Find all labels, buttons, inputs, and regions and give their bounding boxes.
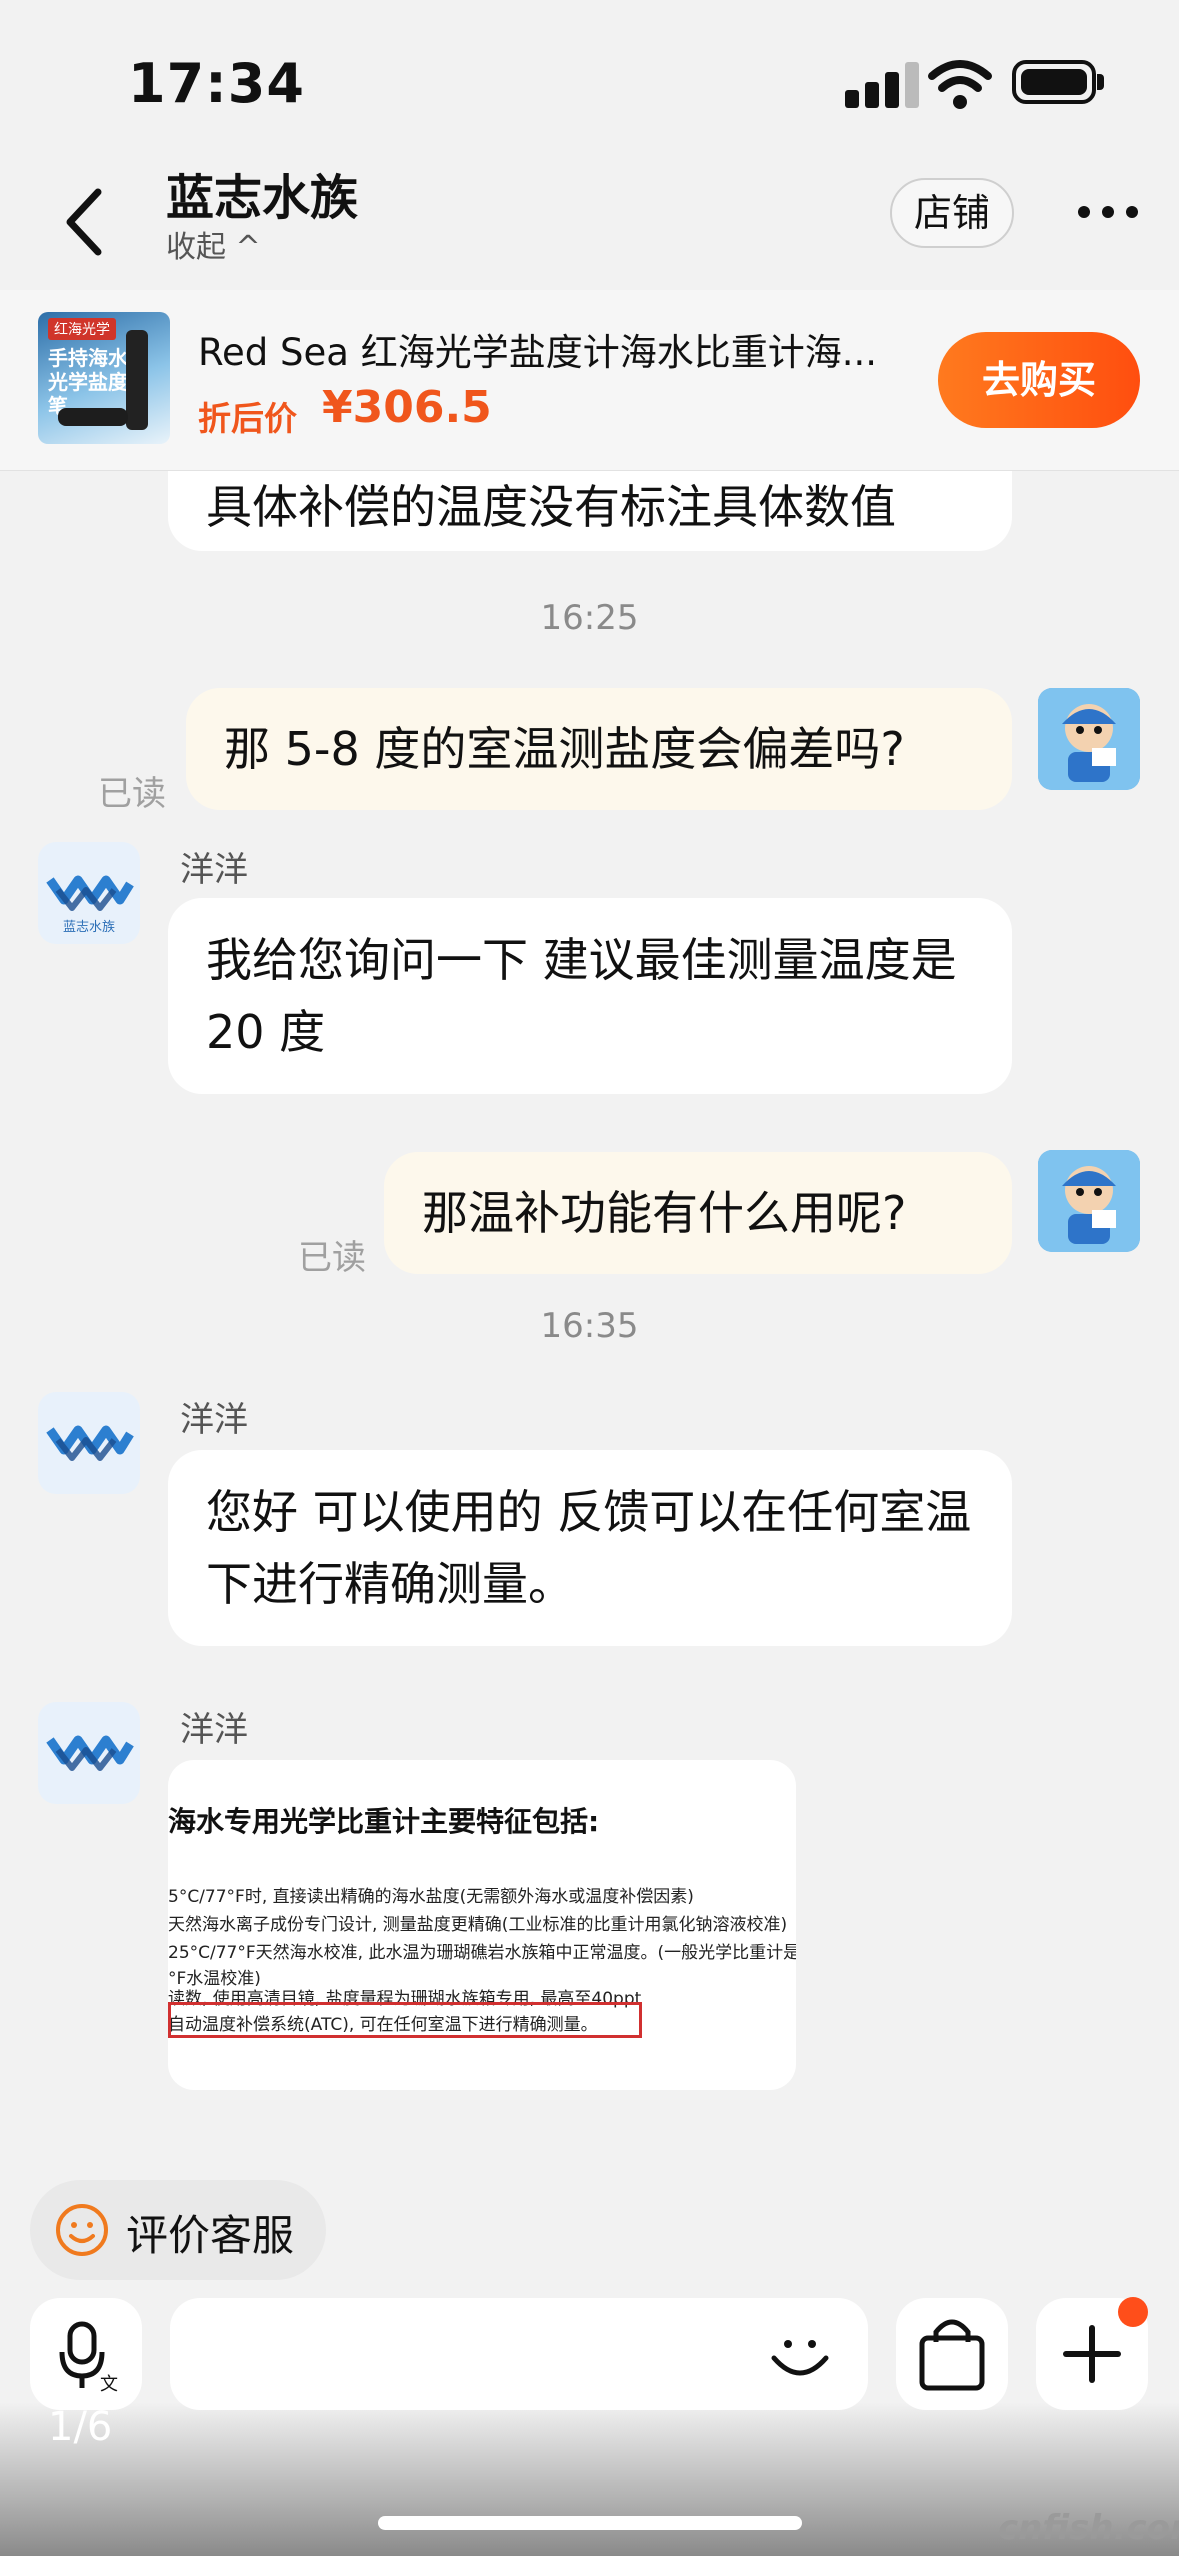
message-bubble-agent-partial[interactable]: 具体补偿的温度没有标注具体数值 — [168, 471, 1012, 551]
agent-name: 洋洋 — [180, 1400, 248, 1440]
my-avatar[interactable] — [1038, 1150, 1140, 1252]
orders-button[interactable] — [896, 2298, 1008, 2410]
highlight-box — [168, 2002, 642, 2038]
status-time: 17:34 — [128, 52, 305, 115]
refractometer-image — [126, 330, 148, 430]
thumbnail-tag: 红海光学 — [48, 318, 116, 340]
shop-logo-icon — [46, 1735, 134, 1771]
svg-text:文: 文 — [100, 2374, 118, 2395]
timestamp: 16:25 — [540, 598, 639, 638]
rate-service-label: 评价客服 — [126, 2211, 295, 2260]
agent-name: 洋洋 — [180, 850, 248, 890]
status-bar: 17:34 — [0, 0, 1179, 140]
cartoon-avatar-icon — [1038, 688, 1140, 790]
agent-name: 洋洋 — [180, 1710, 248, 1750]
shop-logo-text: 蓝志水族 — [62, 920, 115, 935]
cartoon-avatar-icon — [1038, 1150, 1140, 1252]
shop-avatar[interactable]: 蓝志水族 — [38, 842, 140, 944]
home-indicator[interactable] — [378, 2516, 802, 2530]
watermark: cnfish.com — [998, 2508, 1179, 2548]
shop-logo-icon — [46, 1425, 134, 1461]
product-title[interactable]: Red Sea 红海光学盐度计海水比重计海... — [198, 322, 877, 376]
battery-icon — [1012, 60, 1104, 104]
message-input[interactable] — [170, 2298, 868, 2410]
my-avatar[interactable] — [1038, 688, 1140, 790]
shop-avatar[interactable] — [38, 1702, 140, 1804]
voice-input-button[interactable]: 文 — [30, 2298, 142, 2410]
collapse-toggle[interactable]: 收起 ^ — [166, 222, 261, 266]
back-arrow-icon[interactable] — [54, 182, 114, 262]
shop-button[interactable]: 店铺 — [890, 178, 1014, 248]
microphone-icon: 文 — [59, 2321, 118, 2395]
cellular-signal-icon — [845, 62, 925, 108]
message-bubble-me[interactable]: 那温补功能有什么用呢? — [384, 1152, 1012, 1274]
read-receipt: 已读 — [98, 774, 166, 814]
message-bubble-agent[interactable]: 您好 可以使用的 反馈可以在任何室温下进行精确测量。 — [168, 1450, 1012, 1646]
shop-avatar[interactable] — [38, 1392, 140, 1494]
shopping-bag-icon — [919, 2319, 985, 2391]
smile-icon — [56, 2204, 108, 2256]
image-line: 5°C/77°F时, 直接读出精确的海水盐度(无需额外海水或温度补偿因素) — [168, 1887, 694, 1907]
wifi-icon — [928, 60, 992, 109]
rate-service-button[interactable]: 评价客服 — [30, 2180, 326, 2280]
read-receipt: 已读 — [298, 1238, 366, 1278]
page-indicator: 1/6 — [48, 2404, 113, 2450]
image-line: 天然海水离子成份专门设计, 测量盐度更精确(工业标准的比重计用氯化钠溶液校准) — [168, 1915, 788, 1935]
emoji-icon[interactable] — [768, 2324, 832, 2388]
image-line: 25°C/77°F天然海水校准, 此水温为珊瑚礁岩水族箱中正常温度。(一般光学比… — [168, 1943, 796, 1963]
image-heading: 海水专用光学比重计主要特征包括: — [168, 1805, 600, 1838]
buy-button[interactable]: 去购买 — [938, 332, 1140, 428]
more-options-icon[interactable] — [1078, 200, 1138, 224]
message-bubble-agent[interactable]: 我给您询问一下 建议最佳测量温度是 20 度 — [168, 898, 1012, 1094]
message-bubble-me[interactable]: 那 5-8 度的室温测盐度会偏差吗? — [186, 688, 1012, 810]
refractometer-image-base — [58, 408, 128, 426]
timestamp: 16:35 — [540, 1306, 639, 1346]
chat-title: 蓝志水族 — [166, 170, 359, 226]
notification-dot — [1118, 2297, 1148, 2327]
image-message[interactable]: 海水专用光学比重计主要特征包括: 5°C/77°F时, 直接读出精确的海水盐度(… — [168, 1760, 796, 2090]
price-label: 折后价 — [198, 399, 297, 438]
product-thumbnail[interactable]: 红海光学 手持海水光学盐度笔 — [38, 312, 170, 444]
product-price: ¥306.5 — [322, 382, 492, 433]
